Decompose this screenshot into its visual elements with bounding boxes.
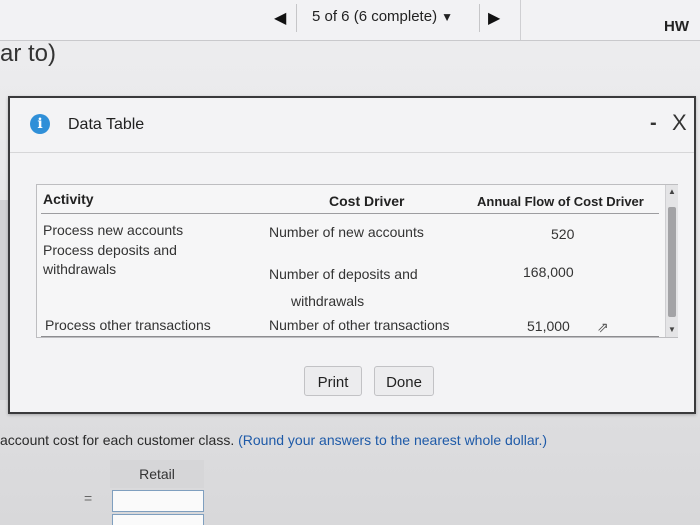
column-header-cost-driver: Cost Driver xyxy=(329,193,405,209)
equals-sign: = xyxy=(84,490,93,506)
homework-label: HW xyxy=(664,18,689,35)
header-divider xyxy=(41,213,659,214)
table-cell-activity: Process new accounts xyxy=(43,222,184,238)
data-table-dialog: i Data Table - X Activity Cost Driver An… xyxy=(8,96,696,414)
info-icon: i xyxy=(30,114,50,134)
minimize-button[interactable]: - xyxy=(650,112,657,135)
question-instruction: account cost for each customer class. (R… xyxy=(0,432,547,448)
table-cell-cost-driver: Number of deposits and withdrawals xyxy=(269,261,459,315)
column-header-annual-flow: Annual Flow of Cost Driver xyxy=(477,194,644,209)
background-panel-edge xyxy=(0,200,8,400)
dialog-title: Data Table xyxy=(68,116,145,133)
question-status-dropdown[interactable]: 5 of 6 (6 complete) ▼ xyxy=(312,8,453,25)
cost-driver-line-2: withdrawals xyxy=(291,293,365,309)
page: ◀ 5 of 6 (6 complete) ▼ ▶ HW ar to) i Dat… xyxy=(0,0,700,525)
chevron-down-icon: ▼ xyxy=(441,10,453,24)
data-table-frame: Activity Cost Driver Annual Flow of Cost… xyxy=(36,184,678,338)
cost-driver-line-1: Number of deposits and xyxy=(269,266,418,282)
scroll-up-icon[interactable]: ▲ xyxy=(668,187,676,196)
background-question-text: ar to) xyxy=(0,40,57,67)
data-table: Activity Cost Driver Annual Flow of Cost… xyxy=(37,185,665,337)
table-cell-annual-flow: 51,000 xyxy=(527,318,570,334)
table-cell-activity: Process other transactions xyxy=(45,317,211,333)
divider xyxy=(520,0,521,40)
mouse-pointer-icon: ⇗ xyxy=(597,319,609,335)
table-bottom-divider xyxy=(41,336,659,337)
scrollbar-thumb[interactable] xyxy=(668,207,676,317)
question-status-text: 5 of 6 (6 complete) xyxy=(312,8,438,25)
question-nav-bar: ◀ 5 of 6 (6 complete) ▼ ▶ HW xyxy=(0,0,700,41)
retail-answer-input[interactable] xyxy=(112,514,204,525)
dialog-header: i Data Table - X xyxy=(10,98,694,153)
instruction-hint: (Round your answers to the nearest whole… xyxy=(238,432,548,448)
next-question-arrow-icon[interactable]: ▶ xyxy=(488,8,500,28)
scroll-down-icon[interactable]: ▼ xyxy=(668,325,676,334)
instruction-text: account cost for each customer class. xyxy=(0,432,235,448)
table-cell-cost-driver: Number of other transactions xyxy=(269,317,450,333)
column-header-retail: Retail xyxy=(110,460,204,488)
table-cell-annual-flow: 520 xyxy=(551,226,575,242)
table-cell-cost-driver: Number of new accounts xyxy=(269,224,424,240)
previous-question-arrow-icon[interactable]: ◀ xyxy=(274,8,286,28)
column-header-activity: Activity xyxy=(43,191,94,207)
table-cell-annual-flow: 168,000 xyxy=(523,264,574,280)
done-button[interactable]: Done xyxy=(374,366,434,396)
print-button[interactable]: Print xyxy=(304,366,362,396)
close-button[interactable]: X xyxy=(672,110,687,136)
retail-answer-input[interactable] xyxy=(112,490,204,512)
table-cell-activity: Process deposits and withdrawals xyxy=(43,242,177,277)
table-scrollbar[interactable]: ▲ ▼ xyxy=(665,185,678,337)
